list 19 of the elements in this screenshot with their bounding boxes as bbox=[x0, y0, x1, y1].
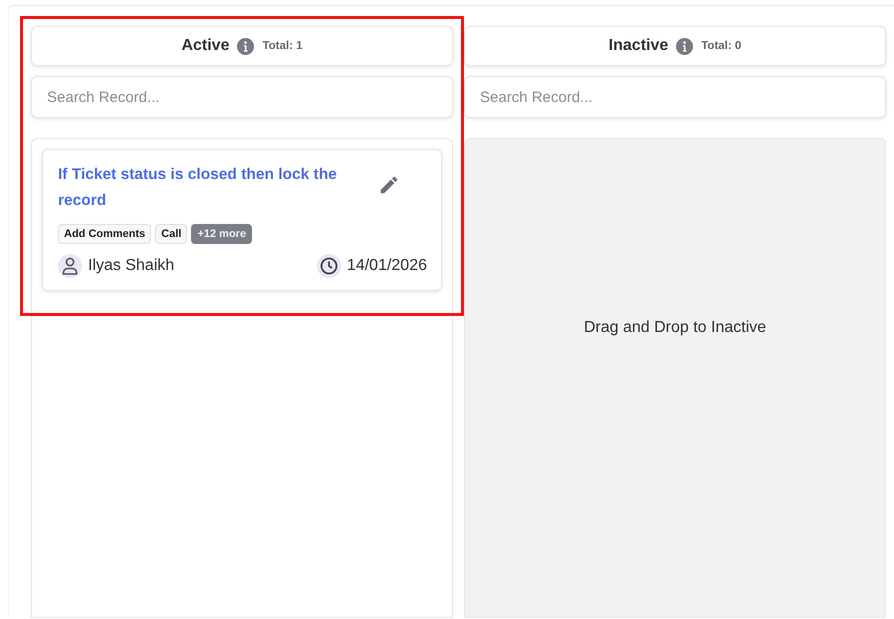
search-field[interactable]: Search Record... bbox=[31, 76, 453, 118]
info-icon[interactable] bbox=[676, 38, 694, 54]
tag: Add Comments bbox=[58, 224, 152, 244]
due-date: 14/01/2026 bbox=[346, 257, 427, 275]
clock-icon bbox=[316, 254, 341, 278]
search-field[interactable]: Search Record... bbox=[464, 76, 886, 118]
info-icon[interactable] bbox=[237, 38, 254, 54]
total-count: Total: 0 bbox=[701, 40, 742, 52]
card-title[interactable]: If Ticket status is closed then lock the record bbox=[58, 162, 368, 214]
column-title: Active bbox=[181, 37, 230, 55]
tag: Call bbox=[155, 224, 188, 244]
column-title: Inactive bbox=[608, 37, 668, 55]
total-count: Total: 1 bbox=[262, 40, 303, 52]
more-tags-badge[interactable]: +12 more bbox=[191, 224, 252, 244]
user-icon bbox=[58, 254, 82, 278]
pencil-icon bbox=[378, 174, 400, 196]
drop-hint: Drag and Drop to Inactive bbox=[584, 319, 766, 337]
record-card[interactable]: If Ticket status is closed then lock the record Add Comments Call +12 more Ilyas Shaikh 14/01/2026 bbox=[42, 149, 442, 291]
owner-name: Ilyas Shaikh bbox=[88, 257, 174, 275]
